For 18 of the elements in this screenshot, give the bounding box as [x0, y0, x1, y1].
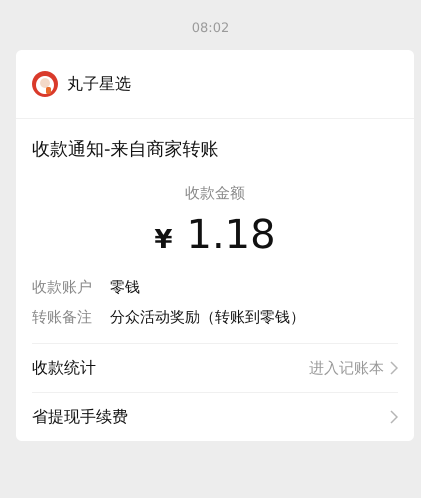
detail-label: 转账备注 — [32, 307, 93, 327]
notice-title: 收款通知-来自商家转账 — [32, 138, 220, 162]
list-row[interactable]: 省提现手续费 — [32, 392, 398, 441]
detail-label: 收款账户 — [32, 277, 93, 297]
currency-symbol: ¥ — [154, 225, 173, 255]
amount-value: 1.18 — [186, 211, 276, 259]
row-label: 省提现手续费 — [32, 406, 129, 428]
row-label: 收款统计 — [32, 358, 97, 378]
chevron-right-icon — [390, 410, 398, 424]
detail-value: 分众活动奖励（转账到零钱） — [110, 307, 305, 327]
merchant-name: 丸子星选 — [67, 74, 131, 94]
row-hint: 进入记账本 — [309, 358, 384, 378]
list-row[interactable]: 收款统计 进入记账本 — [32, 343, 398, 392]
merchant-avatar-icon — [32, 71, 58, 97]
chevron-right-icon — [390, 361, 398, 375]
detail-value: 零钱 — [110, 277, 140, 297]
message-time: 08:02 — [192, 20, 230, 38]
amount-label: 收款金额 — [184, 183, 246, 203]
